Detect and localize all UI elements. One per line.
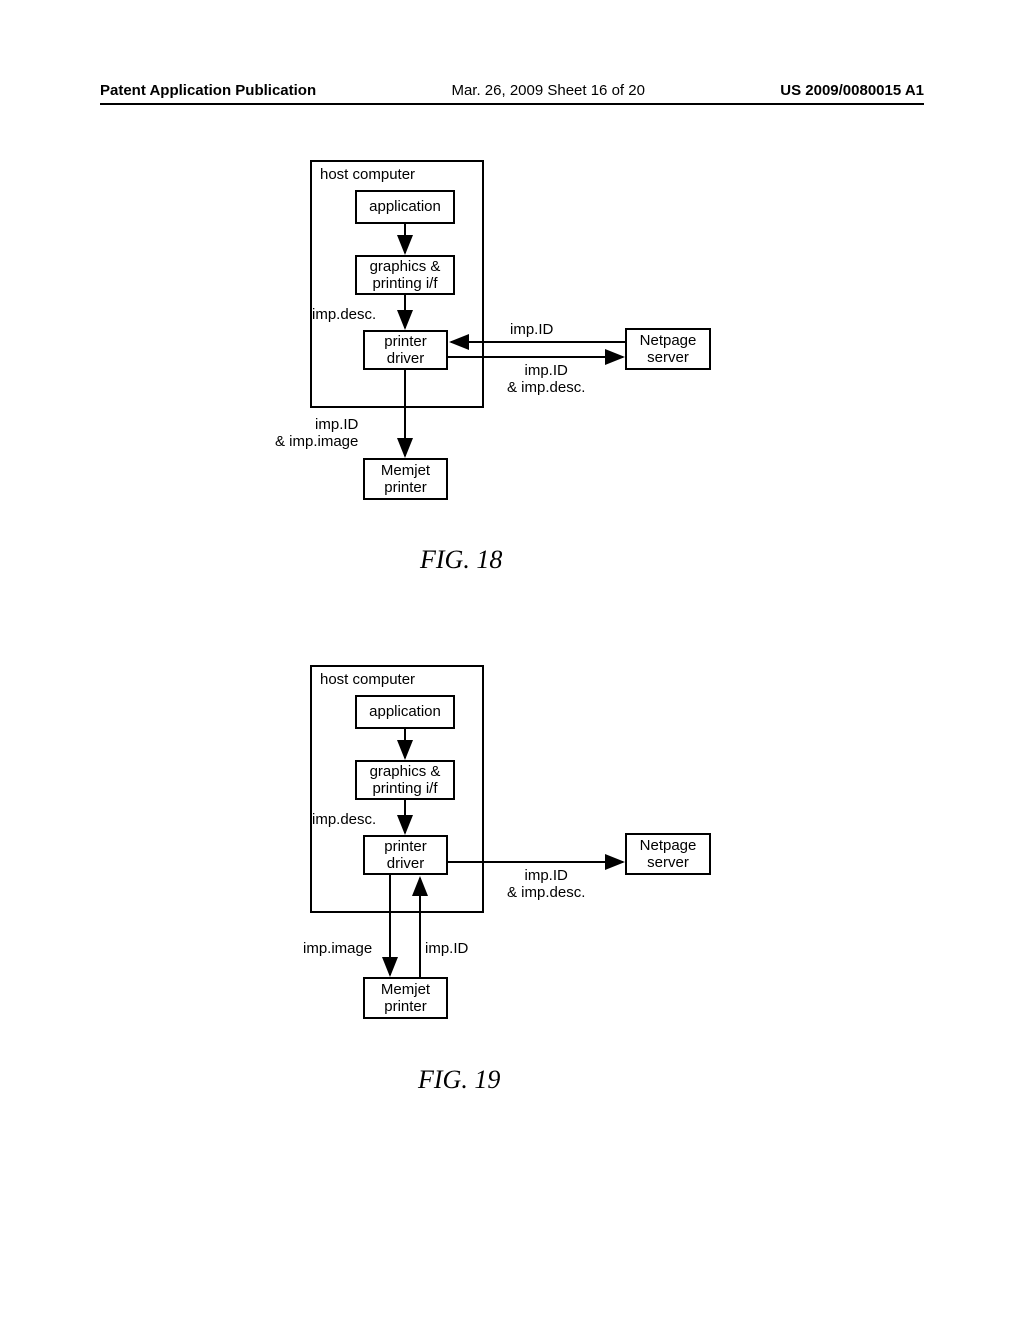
header-left: Patent Application Publication (100, 82, 316, 99)
figure-19: host computer application graphics & pri… (0, 665, 1024, 1105)
fig19-caption: FIG. 19 (418, 1065, 500, 1095)
page-header: Patent Application Publication Mar. 26, … (100, 82, 924, 105)
figure-18: host computer application graphics & pri… (0, 160, 1024, 590)
header-mid: Mar. 26, 2009 Sheet 16 of 20 (451, 82, 644, 99)
header-right: US 2009/0080015 A1 (780, 82, 924, 99)
fig18-arrows (0, 160, 1024, 590)
fig18-caption: FIG. 18 (420, 545, 502, 575)
fig19-arrows (0, 665, 1024, 1105)
